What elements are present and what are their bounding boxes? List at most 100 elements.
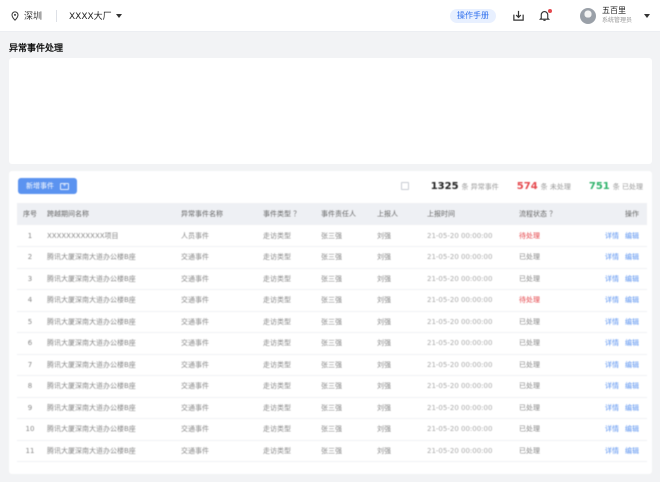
table-row[interactable]: 8 腾讯大厦深南大道办公楼B座 交通事件 走访类型 张三强 刘强 21-05-20 00:0… [17,375,647,398]
cell-type: 走访类型 [259,289,317,312]
factory-selector[interactable]: XXXX大厂 [69,9,122,22]
cell-time: 21-05-20 00:00:00 [423,268,515,290]
cell-time: 21-05-20 00:00:00 [423,225,515,247]
chevron-down-icon [115,13,122,18]
table-toolbar: 新增事件 + 1325 条 异常事件 574 条 未处理 751 条 已处理 [9,171,652,201]
detail-link[interactable]: 详情 [605,296,619,304]
cell-owner: 张三强 [317,332,373,355]
cell-time: 21-05-20 00:00:00 [423,418,515,441]
cell-operations: 详情 编辑 [583,268,647,290]
cell-event: 交通事件 [177,268,259,290]
detail-link[interactable]: 详情 [605,339,619,347]
cell-type: 走访类型 [259,311,317,333]
edit-link[interactable]: 编辑 [625,318,639,326]
cell-status: 已处理 [515,311,583,333]
edit-link[interactable]: 编辑 [625,404,639,412]
table-row[interactable]: 10 腾讯大厦深南大道办公楼B座 交通事件 走访类型 张三强 刘强 21-05-20 00:… [17,418,647,441]
cell-event: 交通事件 [177,289,259,312]
edit-link[interactable]: 编辑 [625,253,639,261]
table-row[interactable]: 2 腾讯大厦深南大道办公楼B座 交通事件 走访类型 张三强 刘强 21-05-20 00:0… [17,246,647,269]
cell-idx: 7 [17,354,43,376]
cell-operations: 详情 编辑 [583,332,647,355]
cell-time: 21-05-20 00:00:00 [423,375,515,398]
user-menu-chevron-icon[interactable] [644,13,650,18]
detail-link[interactable]: 详情 [605,425,619,433]
column-header: 上报时间 [423,203,515,225]
table-row[interactable]: 11 腾讯大厦深南大道办公楼B座 交通事件 走访类型 张三强 刘强 21-05-20 00:… [17,440,647,462]
cell-reporter: 刘强 [373,268,423,290]
detail-link[interactable]: 详情 [605,318,619,326]
stat-label: 条 未处理 [540,182,571,191]
detail-link[interactable]: 详情 [605,382,619,390]
edit-link[interactable]: 编辑 [625,447,639,455]
edit-link[interactable]: 编辑 [625,425,639,433]
user-role: 系统管理员 [601,16,632,24]
add-event-button[interactable]: 新增事件 + [18,178,77,194]
detail-link[interactable]: 详情 [605,253,619,261]
cell-operations: 详情 编辑 [583,246,647,269]
cell-idx: 10 [17,418,43,441]
cell-event: 交通事件 [177,354,259,376]
cell-time: 21-05-20 00:00:00 [423,289,515,312]
cell-status: 已处理 [515,397,583,419]
cell-name: 腾讯大厦深南大道办公楼B座 [43,246,177,269]
edit-link[interactable]: 编辑 [625,382,639,390]
cell-owner: 张三强 [317,440,373,462]
edit-link[interactable]: 编辑 [625,296,639,304]
cell-time: 21-05-20 00:00:00 [423,397,515,419]
detail-link[interactable]: 详情 [605,447,619,455]
stat-count: 574 [516,180,538,192]
avatar[interactable] [579,7,596,24]
manual-button[interactable]: 操作手册 [449,8,496,23]
cell-time: 21-05-20 00:00:00 [423,311,515,333]
cell-idx: 8 [17,375,43,398]
cell-reporter: 刘强 [373,289,423,312]
cell-operations: 详情 编辑 [583,311,647,333]
table-row[interactable]: 6 腾讯大厦深南大道办公楼B座 交通事件 走访类型 张三强 刘强 21-05-20 00:0… [17,332,647,355]
cell-owner: 张三强 [317,354,373,376]
event-table-card: 新增事件 + 1325 条 异常事件 574 条 未处理 751 条 已处理 序号 跨越期间… [9,171,652,474]
cell-operations: 详情 编辑 [583,225,647,247]
stat-label: 条 已处理 [612,182,643,191]
cell-idx: 5 [17,311,43,333]
cell-owner: 张三强 [317,289,373,312]
detail-link[interactable]: 详情 [605,361,619,369]
column-header: 跨越期间名称 [43,203,177,225]
notification-button[interactable] [538,8,552,23]
table-row[interactable]: 5 腾讯大厦深南大道办公楼B座 交通事件 走访类型 张三强 刘强 21-05-20 00:0… [17,311,647,333]
cell-type: 走访类型 [259,354,317,376]
cell-name: XXXXXXXXXXXX项目 [43,225,177,247]
edit-link[interactable]: 编辑 [625,232,639,240]
edit-link[interactable]: 编辑 [625,275,639,283]
detail-link[interactable]: 详情 [605,232,619,240]
notification-badge [547,8,552,13]
cell-name: 腾讯大厦深南大道办公楼B座 [43,397,177,419]
detail-link[interactable]: 详情 [605,404,619,412]
cell-event: 交通事件 [177,418,259,441]
detail-link[interactable]: 详情 [605,275,619,283]
edit-link[interactable]: 编辑 [625,361,639,369]
cell-type: 走访类型 [259,375,317,398]
cell-reporter: 刘强 [373,440,423,462]
user-info[interactable]: 五百里 系统管理员 [602,6,632,26]
cell-time: 21-05-20 00:00:00 [423,246,515,269]
cell-time: 21-05-20 00:00:00 [423,332,515,355]
cell-name: 腾讯大厦深南大道办公楼B座 [43,354,177,376]
cell-name: 腾讯大厦深南大道办公楼B座 [43,375,177,398]
cell-operations: 详情 编辑 [583,418,647,441]
location-selector[interactable]: 深圳 [10,9,42,22]
cell-operations: 详情 编辑 [583,289,647,312]
table-row[interactable]: 7 腾讯大厦深南大道办公楼B座 交通事件 走访类型 张三强 刘强 21-05-20 00:0… [17,354,647,376]
user-name: 五百里 [601,5,626,15]
export-button[interactable] [512,9,526,23]
edit-link[interactable]: 编辑 [625,339,639,347]
location-pin-icon [11,10,19,21]
cell-owner: 张三强 [317,375,373,398]
table-row[interactable]: 1 XXXXXXXXXXXX项目 人员事件 走访类型 张三强 刘强 21-05-20 00:… [17,225,647,247]
table-row[interactable]: 3 腾讯大厦深南大道办公楼B座 交通事件 走访类型 张三强 刘强 21-05-20 00:0… [17,268,647,290]
table-row[interactable]: 4 腾讯大厦深南大道办公楼B座 交通事件 走访类型 张三强 刘强 21-05-20 00:0… [17,289,647,312]
table-row[interactable]: 9 腾讯大厦深南大道办公楼B座 交通事件 走访类型 张三强 刘强 21-05-20 00:0… [17,397,647,419]
cell-type: 走访类型 [259,397,317,419]
download-icon [513,10,525,21]
cell-type: 走访类型 [259,418,317,441]
